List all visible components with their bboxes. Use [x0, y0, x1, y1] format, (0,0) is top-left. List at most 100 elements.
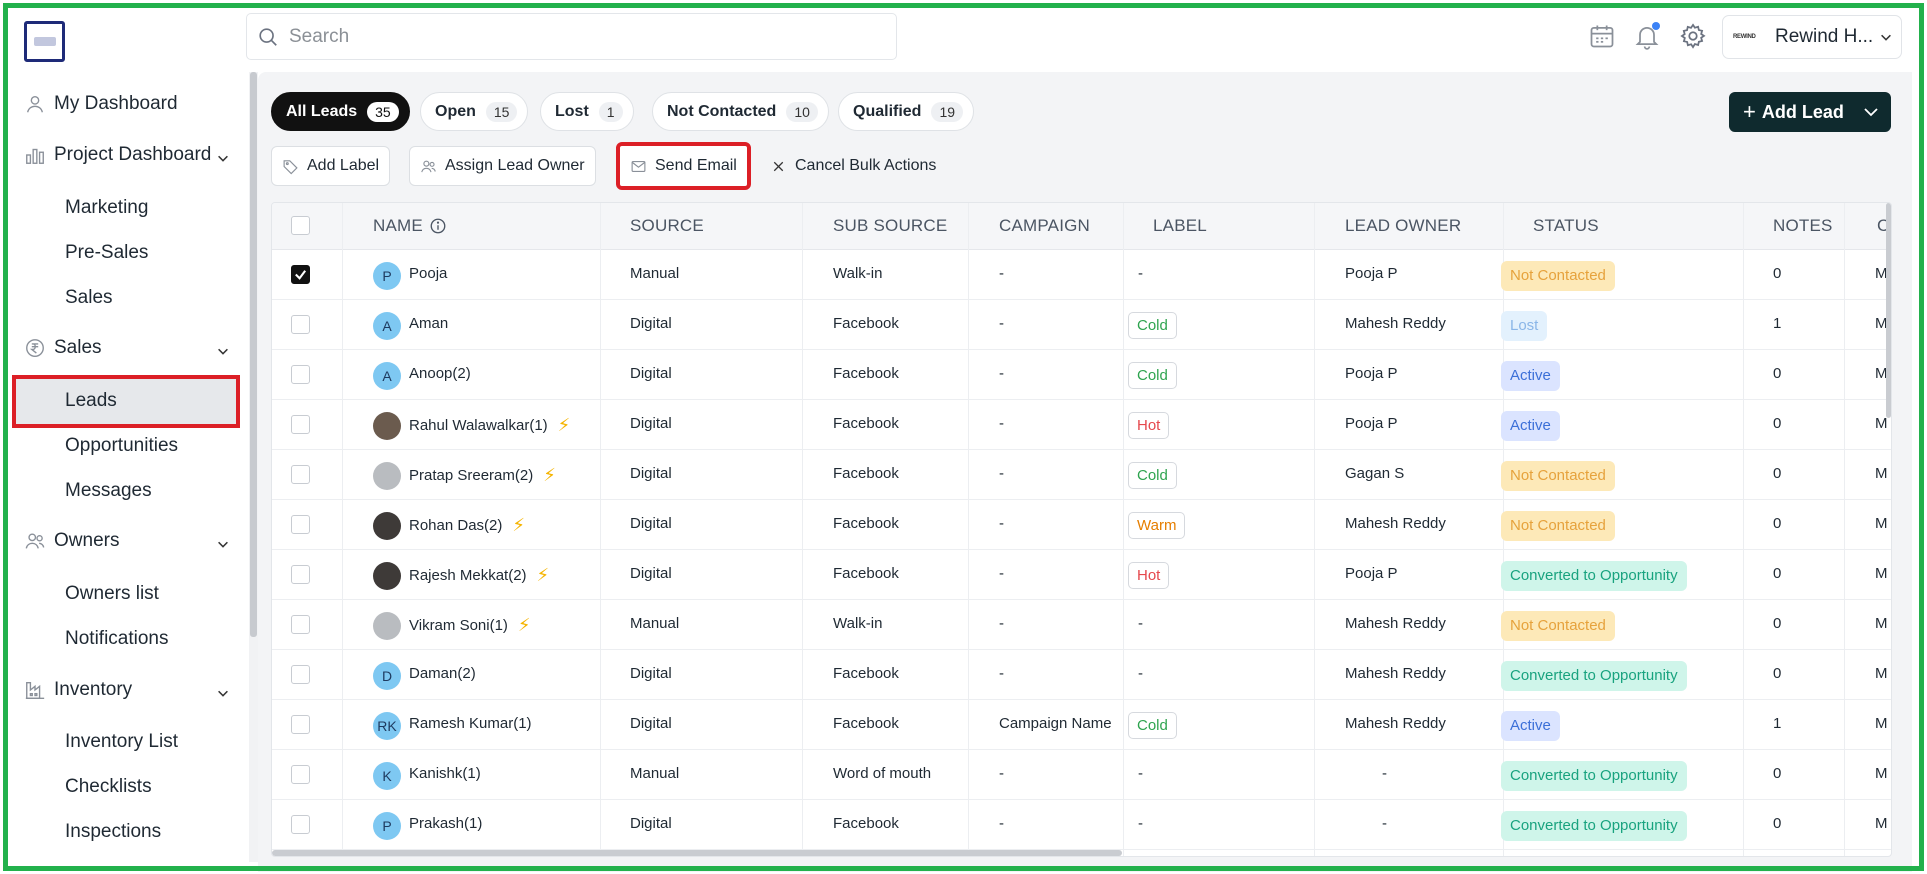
- lead-name-cell[interactable]: Rahul Walawalkar(1) ⚡: [409, 415, 570, 436]
- filter-qualified[interactable]: Qualified 19: [838, 92, 975, 131]
- lead-name-cell[interactable]: Aman: [409, 315, 448, 332]
- column-header-status[interactable]: STATUS: [1533, 216, 1599, 236]
- row-checkbox[interactable]: [291, 615, 310, 634]
- filter-open[interactable]: Open 15: [420, 92, 529, 131]
- status-badge[interactable]: Converted to Opportunity: [1501, 811, 1687, 841]
- settings-button[interactable]: [1677, 20, 1709, 52]
- row-checkbox[interactable]: [291, 765, 310, 784]
- search-bar[interactable]: [246, 13, 897, 60]
- label-badge[interactable]: Cold: [1128, 462, 1177, 489]
- row-checkbox[interactable]: [291, 265, 310, 284]
- add-label-button[interactable]: Add Label: [271, 146, 391, 186]
- row-checkbox[interactable]: [291, 565, 310, 584]
- status-badge[interactable]: Not Contacted: [1501, 461, 1615, 491]
- label-badge[interactable]: Cold: [1128, 712, 1177, 739]
- table-row[interactable]: A Anoop(2) Digital Facebook - Cold Pooja P Acti…: [272, 350, 1891, 400]
- lead-name-cell[interactable]: Prakash(1): [409, 815, 482, 832]
- label-badge[interactable]: Hot: [1128, 562, 1170, 589]
- lead-name-cell[interactable]: Kanishk(1): [409, 765, 481, 782]
- lead-name-cell[interactable]: Vikram Soni(1) ⚡: [409, 615, 531, 636]
- status-badge[interactable]: Active: [1501, 411, 1560, 441]
- select-all-checkbox[interactable]: [291, 216, 310, 235]
- sidebar-item-project-dashboard[interactable]: Project Dashboard: [24, 144, 228, 166]
- status-badge[interactable]: Not Contacted: [1501, 611, 1615, 641]
- sidebar-item-marketing[interactable]: Marketing: [65, 197, 148, 219]
- column-header-label[interactable]: LABEL: [1153, 216, 1207, 236]
- status-badge[interactable]: Active: [1501, 711, 1560, 741]
- account-switcher[interactable]: REWIND Rewind H...: [1722, 15, 1902, 59]
- row-checkbox[interactable]: [291, 315, 310, 334]
- sidebar-section-sales[interactable]: Sales: [24, 337, 228, 359]
- table-row[interactable]: Pratap Sreeram(2) ⚡ Digital Facebook - Cold Ga…: [272, 450, 1891, 500]
- sidebar-item-inspections[interactable]: Inspections: [65, 821, 161, 843]
- add-lead-button[interactable]: + Add Lead: [1729, 92, 1891, 132]
- sidebar-item-leads-highlight[interactable]: [12, 375, 240, 428]
- row-checkbox[interactable]: [291, 665, 310, 684]
- row-checkbox[interactable]: [291, 465, 310, 484]
- table-row[interactable]: A Aman Digital Facebook - Cold Mahesh Reddy Los…: [272, 300, 1891, 350]
- calendar-button[interactable]: [1586, 20, 1618, 52]
- table-row[interactable]: P Pooja Manual Walk-in - - Pooja P Not Contacte…: [272, 250, 1891, 300]
- table-row[interactable]: P Prakash(1) Digital Facebook - - - Converted t…: [272, 800, 1891, 850]
- sidebar-item-notifications[interactable]: Notifications: [65, 628, 169, 650]
- sidebar-item-leads[interactable]: Leads: [65, 390, 117, 412]
- status-badge[interactable]: Not Contacted: [1501, 261, 1615, 291]
- lead-name-cell[interactable]: Daman(2): [409, 665, 476, 682]
- column-header-sub-source[interactable]: SUB SOURCE: [833, 216, 947, 236]
- filter-all-leads[interactable]: All Leads 35: [271, 92, 410, 131]
- search-input[interactable]: [289, 25, 849, 48]
- status-badge[interactable]: Lost: [1501, 311, 1548, 341]
- row-checkbox[interactable]: [291, 815, 310, 834]
- chevron-down-icon[interactable]: [1863, 105, 1879, 119]
- table-row[interactable]: D Daman(2) Digital Facebook - - Mahesh Reddy Co…: [272, 650, 1891, 700]
- status-badge[interactable]: Not Contacted: [1501, 511, 1615, 541]
- lead-name-cell[interactable]: Rajesh Mekkat(2) ⚡: [409, 565, 549, 586]
- filter-not-contacted[interactable]: Not Contacted 10: [652, 92, 829, 131]
- status-badge[interactable]: Converted to Opportunity: [1501, 761, 1687, 791]
- label-badge[interactable]: Cold: [1128, 312, 1177, 339]
- column-header-lead-owner[interactable]: LEAD OWNER: [1345, 216, 1461, 236]
- label-badge[interactable]: Cold: [1128, 362, 1177, 389]
- row-checkbox[interactable]: [291, 715, 310, 734]
- table-row[interactable]: Rahul Walawalkar(1) ⚡ Digital Facebook - Hot P…: [272, 400, 1891, 450]
- status-badge[interactable]: Active: [1501, 361, 1560, 391]
- sidebar-item-inventory-list[interactable]: Inventory List: [65, 731, 178, 753]
- sidebar-item-my-dashboard[interactable]: My Dashboard: [24, 93, 178, 115]
- sidebar-section-owners[interactable]: Owners: [24, 530, 228, 552]
- info-icon[interactable]: [429, 217, 447, 235]
- lead-name-cell[interactable]: Pooja: [409, 265, 447, 282]
- sidebar-item-owners-list[interactable]: Owners list: [65, 583, 159, 605]
- sidebar-section-inventory[interactable]: Inventory: [24, 679, 228, 701]
- sidebar-scrollbar[interactable]: [250, 72, 257, 637]
- app-logo[interactable]: [24, 21, 65, 62]
- table-row[interactable]: Rajesh Mekkat(2) ⚡ Digital Facebook - Hot Pooj…: [272, 550, 1891, 600]
- sidebar-item-pre-sales[interactable]: Pre-Sales: [65, 242, 148, 264]
- lead-name-cell[interactable]: Ramesh Kumar(1): [409, 715, 532, 732]
- cancel-bulk-actions-button[interactable]: Cancel Bulk Actions: [766, 146, 946, 186]
- horizontal-scrollbar[interactable]: [272, 850, 1122, 856]
- lead-name-cell[interactable]: Pratap Sreeram(2) ⚡: [409, 465, 556, 486]
- sidebar-item-sales[interactable]: Sales: [65, 287, 113, 309]
- lead-name-cell[interactable]: Anoop(2): [409, 365, 471, 382]
- vertical-scrollbar[interactable]: [1886, 203, 1891, 418]
- status-badge[interactable]: Converted to Opportunity: [1501, 561, 1687, 591]
- assign-lead-owner-button[interactable]: Assign Lead Owner: [409, 146, 596, 186]
- filter-lost[interactable]: Lost 1: [540, 92, 634, 131]
- label-badge[interactable]: Warm: [1128, 512, 1186, 539]
- lead-name-cell[interactable]: Rohan Das(2) ⚡: [409, 515, 525, 536]
- sidebar-item-checklists[interactable]: Checklists: [65, 776, 152, 798]
- table-row[interactable]: Vikram Soni(1) ⚡ Manual Walk-in - - Mahesh Red…: [272, 600, 1891, 650]
- sidebar-item-messages[interactable]: Messages: [65, 480, 152, 502]
- row-checkbox[interactable]: [291, 415, 310, 434]
- status-badge[interactable]: Converted to Opportunity: [1501, 661, 1687, 691]
- sidebar-item-opportunities[interactable]: Opportunities: [65, 435, 178, 457]
- column-header-notes[interactable]: NOTES: [1773, 216, 1833, 236]
- table-row[interactable]: K Kanishk(1) Manual Word of mouth - - - Convert…: [272, 750, 1891, 800]
- row-checkbox[interactable]: [291, 515, 310, 534]
- column-header-source[interactable]: SOURCE: [630, 216, 704, 236]
- column-header-name[interactable]: NAME: [373, 216, 447, 236]
- table-row[interactable]: Rohan Das(2) ⚡ Digital Facebook - Warm Mahesh …: [272, 500, 1891, 550]
- row-checkbox[interactable]: [291, 365, 310, 384]
- notifications-button[interactable]: [1631, 20, 1663, 52]
- column-header-campaign[interactable]: CAMPAIGN: [999, 216, 1090, 236]
